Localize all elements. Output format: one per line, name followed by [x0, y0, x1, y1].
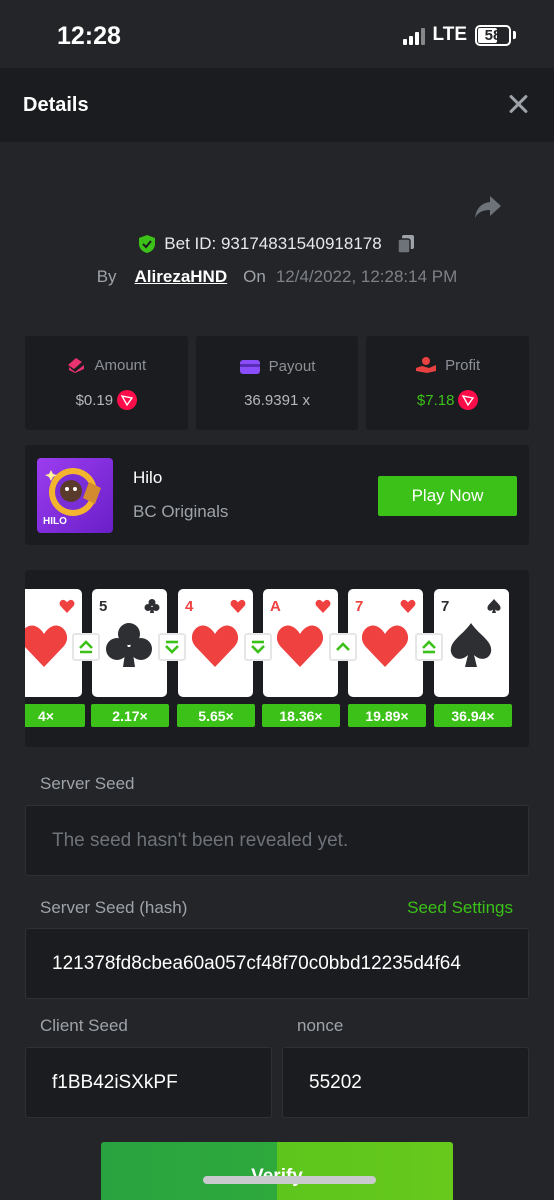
card-multiplier: 5.65×: [177, 704, 255, 727]
game-thumbnail[interactable]: HILO: [37, 458, 113, 533]
status-icons: LTE 58: [402, 24, 516, 46]
amount-icon: [68, 358, 85, 373]
profit-label: Profit: [445, 356, 481, 374]
verified-shield-icon: [139, 235, 156, 253]
heart-suit-icon: [191, 625, 239, 667]
heart-suit-icon: [59, 599, 75, 613]
heart-suit-icon: [276, 625, 324, 667]
page-title: Details: [23, 93, 89, 116]
network-type: LTE: [432, 24, 467, 45]
battery-icon: 58: [475, 24, 511, 46]
club-suit-icon: [106, 623, 152, 667]
card-multiplier: 18.36×: [262, 704, 340, 727]
close-button[interactable]: [508, 94, 528, 114]
server-hash-field[interactable]: 121378fd8cbea60a057cf48f70c0bbd12235d4f6…: [25, 928, 529, 999]
playing-card: 7: [434, 589, 509, 697]
card-multiplier: 19.89×: [348, 704, 426, 727]
amount-label: Amount: [94, 356, 147, 374]
battery-level: 58: [484, 26, 502, 44]
profit-stat: Profit $7.18: [366, 336, 530, 430]
client-seed-label: Client Seed: [40, 1016, 128, 1035]
lower-or-equal-icon: [244, 633, 272, 661]
on-label: On: [243, 267, 266, 286]
server-hash-label: Server Seed (hash): [40, 898, 188, 917]
higher-icon: [329, 633, 357, 661]
by-label: By: [96, 267, 117, 286]
card-rank: 4: [185, 598, 194, 615]
game-card: HILO Hilo BC Originals Play Now: [25, 445, 529, 545]
trx-coin-icon: [458, 390, 479, 410]
heart-suit-icon: [315, 599, 331, 613]
thumb-label: HILO: [43, 516, 67, 527]
card-rank: 5: [99, 598, 108, 615]
playing-card: 5: [92, 589, 167, 697]
higher-or-equal-icon: [415, 633, 443, 661]
client-seed-field[interactable]: f1BB42iSXkPF: [25, 1047, 272, 1118]
card-rank: 7: [355, 598, 364, 615]
verify-button[interactable]: Verify: [101, 1142, 453, 1200]
amount-stat: Amount $0.19: [25, 336, 188, 430]
card-rank: A: [270, 598, 281, 615]
profit-value: $7.18: [416, 391, 455, 409]
spade-suit-icon: [487, 599, 501, 613]
amount-value: $0.19: [75, 391, 114, 409]
home-indicator: [203, 1176, 376, 1184]
higher-or-equal-icon: [72, 633, 100, 661]
modal-header: Details: [0, 68, 554, 142]
bet-meta-row: By AlirezaHND On 12/4/2022, 12:28:14 PM: [0, 267, 554, 287]
game-name: Hilo: [133, 468, 163, 487]
bet-id-row: Bet ID: 93174831540918178: [0, 234, 554, 254]
status-time: 12:28: [57, 22, 121, 50]
card-multiplier: 4×: [25, 704, 85, 727]
share-icon[interactable]: [474, 194, 502, 220]
spade-suit-icon: [450, 623, 492, 667]
payout-value: 36.9391 x: [244, 391, 310, 409]
payout-icon: [239, 359, 260, 374]
seed-settings-link[interactable]: Seed Settings: [407, 898, 513, 918]
lower-or-equal-icon: [158, 633, 186, 661]
club-suit-icon: [144, 599, 160, 613]
card-multiplier: 36.94×: [434, 704, 512, 727]
playing-card: A: [263, 589, 338, 697]
nonce-field[interactable]: 55202: [282, 1047, 529, 1118]
heart-suit-icon: [25, 625, 68, 667]
username-link[interactable]: AlirezaHND: [135, 267, 228, 287]
play-now-button[interactable]: Play Now: [378, 476, 517, 516]
playing-card: 4: [178, 589, 253, 697]
nonce-label: nonce: [297, 1016, 344, 1035]
stats-row: Amount $0.19 Payout 36.9391 x Profit $7.…: [25, 336, 530, 430]
game-provider: BC Originals: [133, 502, 229, 521]
playing-card: 7: [348, 589, 423, 697]
status-bar: 12:28 LTE 58: [0, 0, 554, 68]
heart-suit-icon: [230, 599, 246, 613]
card-rank: 7: [441, 598, 450, 615]
card-multiplier: 2.17×: [91, 704, 169, 727]
bet-id: Bet ID: 93174831540918178: [164, 234, 382, 253]
copy-icon[interactable]: [396, 234, 416, 254]
cards-history: 4× 5 2.17× 4 5.65× A 18.36× 7 19.89× 7 3…: [25, 570, 529, 747]
bet-date: 12/4/2022, 12:28:14 PM: [275, 267, 458, 286]
profit-icon: [416, 357, 437, 373]
trx-coin-icon: [117, 390, 138, 410]
heart-suit-icon: [400, 599, 416, 613]
server-seed-field: The seed hasn't been revealed yet.: [25, 805, 529, 876]
signal-icon: [402, 25, 425, 45]
payout-stat: Payout 36.9391 x: [195, 336, 359, 430]
heart-suit-icon: [361, 625, 409, 667]
server-seed-label: Server Seed: [40, 774, 135, 793]
payout-label: Payout: [268, 358, 316, 375]
